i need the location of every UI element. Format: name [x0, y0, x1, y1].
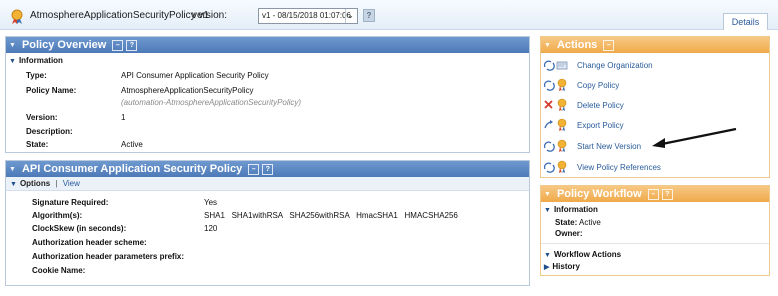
- export-policy-label: Export Policy: [577, 120, 624, 130]
- annotation-arrow: [652, 127, 737, 148]
- clockskew-value: 120: [204, 224, 218, 233]
- version-select-value: v1 - 08/15/2018 01:07:06: [262, 11, 351, 20]
- options-label[interactable]: Options: [20, 179, 50, 188]
- workflow-state-row: State: Active: [555, 218, 601, 227]
- version-row-value: 1: [121, 113, 126, 122]
- start-new-version-label: Start New Version: [577, 141, 642, 151]
- workflow-information-toggle[interactable]: ▼ Information: [541, 202, 769, 216]
- minimize-icon[interactable]: –: [647, 188, 659, 200]
- clockskew-label: ClockSkew (in seconds):: [32, 224, 127, 233]
- algorithms-label: Algorithm(s):: [32, 211, 83, 220]
- help-icon[interactable]: ?: [126, 39, 138, 51]
- state-label: State:: [26, 140, 49, 149]
- delete-policy-label: Delete Policy: [577, 100, 624, 110]
- policy-name-value: AtmosphereApplicationSecurityPolicy: [121, 86, 254, 95]
- policy-overview-title: Policy Overview: [21, 39, 107, 51]
- consumer-policy-panel: ▼ API Consumer Application Security Poli…: [5, 160, 530, 286]
- workflow-state-label: State:: [555, 218, 578, 227]
- state-value: Active: [121, 140, 143, 149]
- history-toggle[interactable]: ▶ History: [544, 262, 580, 271]
- workflow-actions-toggle[interactable]: ▼ Workflow Actions: [544, 250, 621, 259]
- action-change-organization[interactable]: Change Organization: [543, 57, 653, 73]
- signature-required-value: Yes: [204, 198, 218, 207]
- minimize-icon[interactable]: –: [112, 39, 124, 51]
- change-organization-label: Change Organization: [577, 60, 653, 70]
- information-section-label: Information: [18, 56, 63, 65]
- view-policy-references-label: View Policy References: [577, 162, 661, 172]
- description-label: Description:: [26, 127, 73, 136]
- policy-overview-header: ▼ Policy Overview – ?: [6, 37, 529, 53]
- auth-header-prefix-label: Authorization header parameters prefix:: [32, 252, 185, 261]
- action-export-policy[interactable]: Export Policy: [543, 117, 624, 133]
- policy-name-label: Policy Name:: [26, 86, 77, 95]
- help-icon[interactable]: ?: [262, 163, 274, 175]
- history-label: History: [552, 262, 580, 271]
- actions-panel: ▼ Actions – Change Organization Copy Pol…: [540, 36, 770, 178]
- version-row-label: Version:: [26, 113, 58, 122]
- policy-overview-panel: ▼ Policy Overview – ? ▼ Information Type:…: [5, 36, 530, 153]
- actions-title: Actions: [556, 39, 598, 51]
- auth-header-scheme-label: Authorization header scheme:: [32, 238, 147, 247]
- action-start-new-version[interactable]: Start New Version: [543, 138, 641, 154]
- help-icon[interactable]: ?: [661, 188, 673, 200]
- minimize-icon[interactable]: –: [603, 39, 615, 51]
- version-label: version:: [192, 10, 228, 21]
- copy-policy-label: Copy Policy: [577, 80, 620, 90]
- expand-triangle-icon: ▼: [544, 207, 551, 214]
- view-policy-references-icon: [543, 160, 567, 173]
- collapse-triangle-icon[interactable]: ▼: [9, 166, 16, 173]
- information-section-toggle[interactable]: ▼ Information: [6, 53, 529, 67]
- minimize-icon[interactable]: –: [248, 163, 260, 175]
- start-new-version-icon: [543, 139, 567, 152]
- consumer-policy-header: ▼ API Consumer Application Security Poli…: [6, 161, 529, 177]
- policy-workflow-header: ▼ Policy Workflow – ?: [541, 186, 769, 202]
- options-bar: ▼ Options | View: [6, 177, 529, 191]
- algorithms-value: SHA1 SHA1withRSA SHA256withRSA HmacSHA1 …: [204, 211, 458, 220]
- help-icon[interactable]: ?: [363, 9, 375, 22]
- signature-required-label: Signature Required:: [32, 198, 109, 207]
- workflow-actions-label: Workflow Actions: [553, 250, 622, 259]
- workflow-divider: [541, 243, 769, 244]
- type-label: Type:: [26, 71, 47, 80]
- delete-policy-icon: [544, 98, 567, 111]
- policy-name-key: (automation-AtmosphereApplicationSecurit…: [121, 98, 302, 107]
- tab-details[interactable]: Details: [723, 13, 768, 30]
- workflow-state-value: Active: [579, 218, 601, 227]
- version-select[interactable]: v1 - 08/15/2018 01:07:06 ⌄: [258, 8, 358, 24]
- actions-header: ▼ Actions –: [541, 37, 769, 53]
- workflow-owner-label: Owner:: [555, 229, 583, 238]
- expand-triangle-icon: ▼: [9, 58, 16, 65]
- collapse-triangle-icon[interactable]: ▼: [544, 42, 551, 49]
- collapse-triangle-icon[interactable]: ▼: [544, 191, 551, 198]
- copy-policy-icon: [543, 78, 567, 91]
- action-copy-policy[interactable]: Copy Policy: [543, 77, 619, 93]
- cookie-name-label: Cookie Name:: [32, 266, 86, 275]
- type-value: API Consumer Application Security Policy: [121, 71, 269, 80]
- top-bar: AtmosphereApplicationSecurityPolicy v1 v…: [0, 0, 778, 30]
- view-link[interactable]: View: [63, 179, 80, 188]
- policy-ribbon-icon: [11, 9, 23, 24]
- consumer-policy-title: API Consumer Application Security Policy: [21, 163, 243, 175]
- workflow-information-label: Information: [553, 205, 598, 214]
- options-separator: |: [55, 179, 58, 188]
- change-organization-icon: [543, 60, 568, 71]
- policy-workflow-title: Policy Workflow: [556, 188, 642, 200]
- expand-triangle-icon[interactable]: ▼: [10, 181, 17, 188]
- action-delete-policy[interactable]: Delete Policy: [543, 97, 624, 113]
- expand-triangle-icon: ▼: [544, 252, 551, 259]
- collapse-triangle-icon[interactable]: ▼: [9, 42, 16, 49]
- chevron-down-icon: ⌄: [345, 9, 355, 23]
- policy-workflow-panel: ▼ Policy Workflow – ? ▼ Information State…: [540, 185, 770, 276]
- action-view-policy-references[interactable]: View Policy References: [543, 159, 661, 175]
- policy-title: AtmosphereApplicationSecurityPolicy v1: [30, 10, 209, 21]
- expand-triangle-right-icon: ▶: [544, 264, 550, 271]
- export-policy-icon: [544, 118, 567, 131]
